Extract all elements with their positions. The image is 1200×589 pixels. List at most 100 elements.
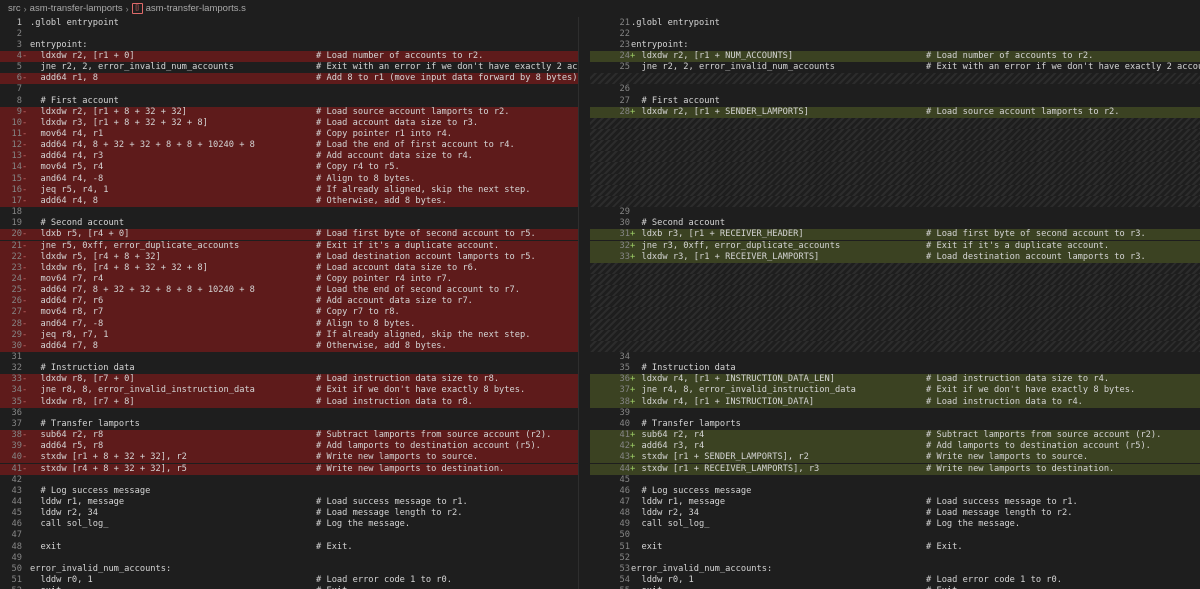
code-line[interactable]: 51 lddw r0, 1 # Load error code 1 to r0.: [0, 575, 578, 586]
breadcrumb-folder-src[interactable]: src: [8, 3, 21, 14]
diff-removed-marker: -: [22, 329, 28, 340]
code-line[interactable]: 28- and64 r7, -8 # Align to 8 bytes.: [0, 318, 578, 330]
code-line[interactable]: 3 entrypoint:: [0, 40, 578, 51]
code-line[interactable]: 34: [590, 352, 1200, 363]
code-line[interactable]: 23 entrypoint:: [590, 40, 1200, 51]
code-line[interactable]: 18: [0, 207, 578, 218]
code-line[interactable]: 32 + jne r3, 0xff, error_duplicate_accoun…: [590, 240, 1200, 252]
code-line[interactable]: 41 + sub64 r2, r4 # Subtract lamports from…: [590, 430, 1200, 442]
code-line[interactable]: 6- add64 r1, 8 # Add 8 to r1 (move input …: [0, 73, 578, 85]
code-text: # Log success message: [30, 485, 151, 496]
code-line[interactable]: 35 # Instruction data: [590, 363, 1200, 374]
code-line[interactable]: 44 lddw r1, message # Load success messag…: [0, 497, 578, 508]
code-line[interactable]: 17- add64 r4, 8 # Otherwise, add 8 bytes.: [0, 195, 578, 208]
code-line[interactable]: 44 + stxdw [r1 + RECEIVER_LAMPORTS], r3 # …: [590, 463, 1200, 475]
code-line[interactable]: 8 # First account: [0, 96, 578, 107]
code-line[interactable]: 23- ldxdw r6, [r4 + 8 + 32 + 32 + 8] # Lo…: [0, 262, 578, 274]
code-line[interactable]: 45 lddw r2, 34 # Load message length to r…: [0, 508, 578, 519]
code-line[interactable]: 40 # Transfer lamports: [590, 419, 1200, 430]
code-line[interactable]: 24- mov64 r7, r4 # Copy pointer r4 into r…: [0, 273, 578, 286]
code-line[interactable]: 36 + ldxdw r4, [r1 + INSTRUCTION_DATA_LEN…: [590, 374, 1200, 386]
code-line[interactable]: 43 # Log success message: [0, 486, 578, 497]
code-line[interactable]: 45: [590, 475, 1200, 486]
code-line[interactable]: 40- stxdw [r1 + 8 + 32 + 32], r2 # Write …: [0, 452, 578, 464]
code-line[interactable]: 50: [590, 530, 1200, 541]
code-line[interactable]: 27- mov64 r8, r7 # Copy r7 to r8.: [0, 307, 578, 319]
code-line[interactable]: 30 # Second account: [590, 218, 1200, 229]
code-line[interactable]: 37 # Transfer lamports: [0, 419, 578, 430]
code-line[interactable]: 14- mov64 r5, r4 # Copy r4 to r5.: [0, 162, 578, 174]
code-line[interactable]: 47 lddw r1, message # Load success messag…: [590, 497, 1200, 508]
breadcrumb-folder[interactable]: asm-transfer-lamports: [30, 3, 123, 14]
code-line[interactable]: 33- ldxdw r8, [r7 + 0] # Load instruction…: [0, 374, 578, 386]
code-line[interactable]: 9- ldxdw r2, [r1 + 8 + 32 + 32] # Load so…: [0, 106, 578, 118]
code-line[interactable]: 42 + add64 r3, r4 # Add lamports to destin…: [590, 441, 1200, 453]
code-line[interactable]: 24 + ldxdw r2, [r1 + NUM_ACCOUNTS] # Load …: [590, 50, 1200, 63]
code-line[interactable]: 31 + ldxb r3, [r1 + RECEIVER_HEADER] # Loa…: [590, 229, 1200, 241]
code-line[interactable]: 41- stxdw [r4 + 8 + 32 + 32], r5 # Write …: [0, 463, 578, 475]
code-line[interactable]: 38- sub64 r2, r8 # Subtract lamports from…: [0, 430, 578, 442]
code-line[interactable]: 46 call sol_log_ # Log the message.: [0, 519, 578, 530]
diff-removed-marker: -: [22, 151, 28, 162]
code-line[interactable]: 7: [0, 84, 578, 95]
code-line[interactable]: 5 jne r2, 2, error_invalid_num_accounts #…: [0, 62, 578, 73]
code-line[interactable]: 22: [590, 29, 1200, 40]
code-line[interactable]: 4- ldxdw r2, [r1 + 0] # Load number of ac…: [0, 50, 578, 63]
code-line[interactable]: 54 lddw r0, 1 # Load error code 1 to r0.: [590, 575, 1200, 586]
code-line[interactable]: 51 exit # Exit.: [590, 542, 1200, 553]
code-line[interactable]: 29- jeq r8, r7, 1 # If already aligned, s…: [0, 329, 578, 341]
code-line[interactable]: 13- add64 r4, r3 # Add account data size …: [0, 151, 578, 163]
line-number: 40: [619, 418, 630, 429]
code-line[interactable]: 30- add64 r7, 8 # Otherwise, add 8 bytes.: [0, 340, 578, 352]
code-line[interactable]: 25 jne r2, 2, error_invalid_num_accounts…: [590, 62, 1200, 73]
code-line[interactable]: 48 exit # Exit.: [0, 542, 578, 553]
line-number: 23: [11, 262, 22, 273]
code-line[interactable]: 42: [0, 475, 578, 486]
code-line[interactable]: 52: [590, 553, 1200, 564]
code-line[interactable]: 11- mov64 r4, r1 # Copy pointer r1 into r…: [0, 129, 578, 141]
code-line[interactable]: 39: [590, 408, 1200, 419]
diff-original-pane[interactable]: 1 .globl entrypoint 2 3 entrypoint: 4- ldxdw …: [0, 17, 578, 589]
code-line[interactable]: 29: [590, 207, 1200, 218]
code-line[interactable]: 31: [0, 352, 578, 363]
code-line[interactable]: 39- add64 r5, r8 # Add lamports to destin…: [0, 441, 578, 453]
code-line[interactable]: 50 error_invalid_num_accounts:: [0, 564, 578, 575]
code-line[interactable]: 32 # Instruction data: [0, 363, 578, 374]
code-line[interactable]: 10- ldxdw r3, [r1 + 8 + 32 + 32 + 8] # Lo…: [0, 117, 578, 129]
code-line[interactable]: 34- jne r8, 8, error_invalid_instruction…: [0, 385, 578, 397]
code-line[interactable]: 27 # First account: [590, 96, 1200, 107]
code-comment: # Add account data size to r4.: [316, 151, 473, 162]
code-line[interactable]: 26: [590, 84, 1200, 95]
code-line[interactable]: 21 .globl entrypoint: [590, 18, 1200, 29]
code-line[interactable]: 25- add64 r7, 8 + 32 + 32 + 8 + 8 + 1024…: [0, 285, 578, 297]
diff-modified-pane[interactable]: 21 .globl entrypoint 22 23 entrypoint: 24 + ld…: [590, 17, 1200, 589]
code-line[interactable]: 38 + ldxdw r4, [r1 + INSTRUCTION_DATA] # L…: [590, 396, 1200, 408]
code-line[interactable]: 22- ldxdw r5, [r4 + 8 + 32] # Load destin…: [0, 251, 578, 263]
line-number: 9: [16, 106, 22, 117]
diff-filler-line: [590, 285, 1200, 297]
breadcrumb-file[interactable]: asm-transfer-lamports.s: [146, 3, 246, 14]
code-line[interactable]: 1 .globl entrypoint: [0, 18, 578, 29]
code-line[interactable]: 37 + jne r4, 8, error_invalid_instruction…: [590, 385, 1200, 397]
code-line[interactable]: 12- add64 r4, 8 + 32 + 32 + 8 + 8 + 1024…: [0, 140, 578, 152]
code-line[interactable]: 16- jeq r5, r4, 1 # If already aligned, s…: [0, 184, 578, 196]
code-line[interactable]: 49 call sol_log_ # Log the message.: [590, 519, 1200, 530]
code-line[interactable]: 15- and64 r4, -8 # Align to 8 bytes.: [0, 173, 578, 185]
code-line[interactable]: 2: [0, 29, 578, 40]
code-line[interactable]: 46 # Log success message: [590, 486, 1200, 497]
code-line[interactable]: 49: [0, 553, 578, 564]
code-line[interactable]: 48 lddw r2, 34 # Load message length to r…: [590, 508, 1200, 519]
code-line[interactable]: 19 # Second account: [0, 218, 578, 229]
code-line[interactable]: 33 + ldxdw r3, [r1 + RECEIVER_LAMPORTS] # …: [590, 251, 1200, 263]
code-line[interactable]: 53 error_invalid_num_accounts:: [590, 564, 1200, 575]
line-number: 28: [11, 318, 22, 329]
diff-removed-marker: -: [22, 195, 28, 206]
code-line[interactable]: 43 + stxdw [r1 + SENDER_LAMPORTS], r2 # Wr…: [590, 452, 1200, 464]
code-line[interactable]: 20- ldxb r5, [r4 + 0] # Load first byte o…: [0, 229, 578, 241]
code-line[interactable]: 35- ldxdw r8, [r7 + 8] # Load instruction…: [0, 396, 578, 408]
code-line[interactable]: 47: [0, 530, 578, 541]
code-line[interactable]: 26- add64 r7, r6 # Add account data size …: [0, 296, 578, 308]
code-line[interactable]: 36: [0, 408, 578, 419]
code-line[interactable]: 21- jne r5, 0xff, error_duplicate_accoun…: [0, 240, 578, 252]
code-line[interactable]: 28 + ldxdw r2, [r1 + SENDER_LAMPORTS] # Lo…: [590, 106, 1200, 118]
